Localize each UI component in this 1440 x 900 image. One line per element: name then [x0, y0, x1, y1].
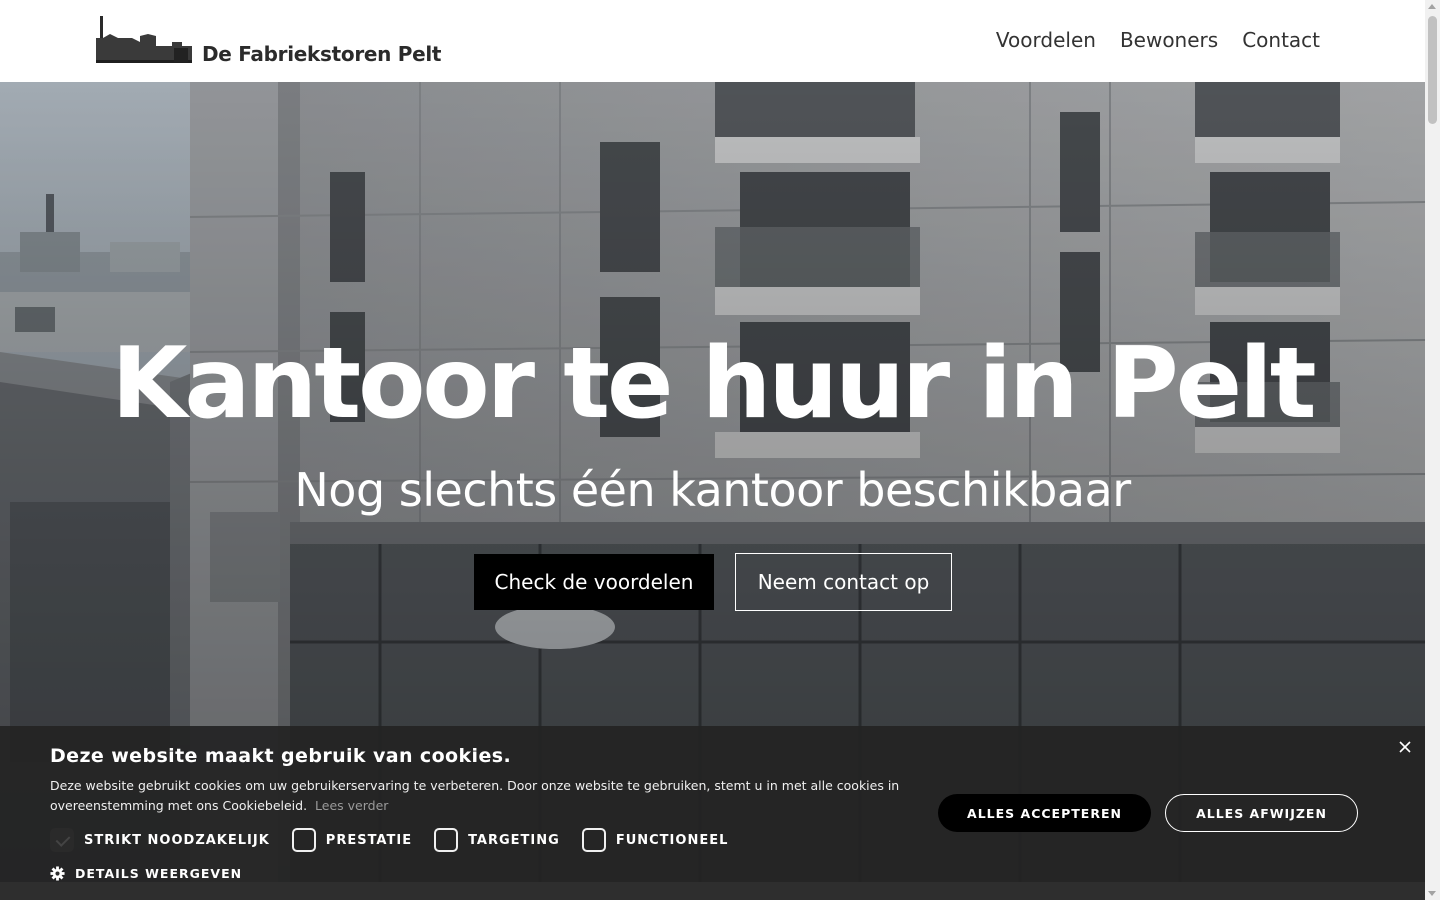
- contact-button[interactable]: Neem contact op: [735, 553, 952, 611]
- factory-logo-icon: [96, 16, 192, 63]
- hero-subtitle: Nog slechts één kantoor beschikbaar: [294, 463, 1131, 517]
- close-icon[interactable]: [1397, 739, 1413, 755]
- show-details-toggle[interactable]: DETAILS WEERGEVEN: [50, 866, 242, 881]
- check-label: FUNCTIONEEL: [615, 832, 729, 848]
- site-header: De Fabriekstoren Pelt Voordelen Bewoners…: [0, 0, 1425, 82]
- reject-all-button[interactable]: ALLES AFWIJZEN: [1165, 794, 1358, 832]
- check-label: TARGETING: [468, 832, 560, 848]
- page-scrollbar[interactable]: [1425, 0, 1440, 900]
- page-bottom-strip: [0, 882, 1425, 900]
- check-performance[interactable]: PRESTATIE: [291, 828, 413, 852]
- check-voordelen-button[interactable]: Check de voordelen: [474, 554, 714, 610]
- gear-icon: [50, 866, 65, 881]
- main-nav: Voordelen Bewoners Contact: [996, 28, 1320, 52]
- logo-text: De Fabriekstoren Pelt: [202, 42, 442, 66]
- check-strictly-necessary[interactable]: STRIKT NOODZAKELIJK: [50, 828, 270, 852]
- nav-contact[interactable]: Contact: [1242, 28, 1320, 52]
- cookie-title: Deze website maakt gebruik van cookies.: [50, 745, 512, 767]
- accept-all-button[interactable]: ALLES ACCEPTEREN: [938, 794, 1151, 832]
- cookie-description: Deze website gebruikt cookies om uw gebr…: [50, 778, 900, 813]
- check-label: PRESTATIE: [325, 832, 413, 848]
- details-label: DETAILS WEERGEVEN: [75, 866, 243, 881]
- scroll-thumb[interactable]: [1428, 16, 1437, 124]
- scroll-up-icon[interactable]: [1428, 4, 1436, 9]
- nav-bewoners[interactable]: Bewoners: [1120, 28, 1218, 52]
- cookie-text: Deze website gebruikt cookies om uw gebr…: [50, 776, 900, 816]
- check-functional[interactable]: FUNCTIONEEL: [581, 828, 729, 852]
- checkbox-strictly-necessary[interactable]: [50, 828, 74, 852]
- check-targeting[interactable]: TARGETING: [434, 828, 560, 852]
- read-more-link[interactable]: Lees verder: [315, 798, 388, 813]
- cookie-banner: Deze website maakt gebruik van cookies. …: [0, 726, 1425, 882]
- hero-title: Kantoor te huur in Pelt: [111, 327, 1316, 441]
- checkbox-performance[interactable]: [291, 828, 316, 852]
- check-label: STRIKT NOODZAKELIJK: [84, 832, 270, 848]
- cookie-categories: STRIKT NOODZAKELIJK PRESTATIE TARGETING …: [50, 828, 750, 852]
- checkbox-functional[interactable]: [581, 828, 606, 852]
- scroll-down-icon[interactable]: [1428, 891, 1436, 896]
- checkbox-targeting[interactable]: [434, 828, 459, 852]
- nav-voordelen[interactable]: Voordelen: [996, 28, 1096, 52]
- site-logo[interactable]: De Fabriekstoren Pelt: [96, 16, 442, 66]
